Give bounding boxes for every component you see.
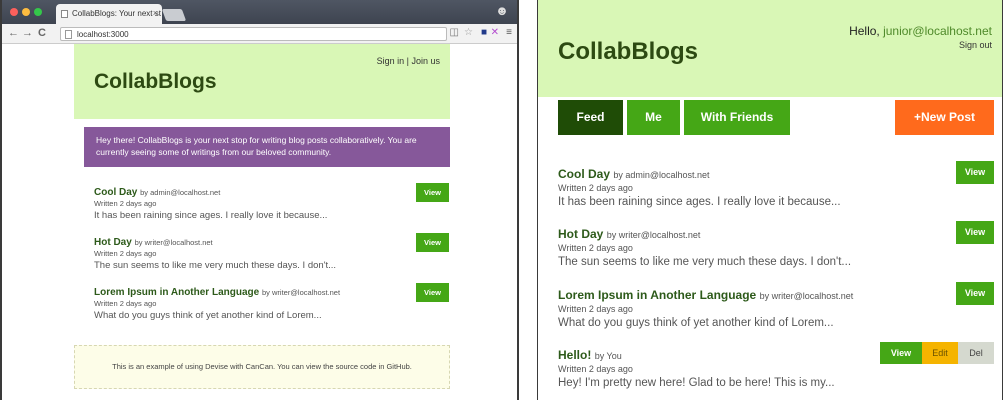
post-author: by writer@localhost.net — [606, 230, 701, 240]
list-item: Lorem Ipsum in Another Language by write… — [558, 282, 994, 329]
browser-tab[interactable]: CollabBlogs: Your next st × — [56, 4, 162, 24]
post-title[interactable]: Lorem Ipsum in Another Language — [94, 287, 259, 298]
list-item: Cool Day by admin@localhost.net Written … — [94, 183, 450, 221]
zoom-window-icon[interactable] — [34, 8, 42, 16]
delete-button[interactable]: Del — [958, 342, 994, 364]
list-item: Hot Day by writer@localhost.net Written … — [558, 221, 994, 268]
extension-x-icon[interactable]: ✕ — [491, 27, 499, 38]
close-window-icon[interactable] — [10, 8, 18, 16]
menu-icon[interactable]: ≡ — [506, 27, 512, 38]
post-title[interactable]: Cool Day — [94, 187, 137, 198]
list-item: Lorem Ipsum in Another Language by write… — [94, 283, 450, 321]
reload-icon[interactable]: C — [38, 27, 46, 39]
tab-me[interactable]: Me — [627, 100, 680, 135]
post-meta: Written 2 days ago — [558, 243, 633, 253]
close-tab-icon[interactable]: × — [153, 8, 158, 18]
page-icon — [65, 30, 72, 39]
minimize-window-icon[interactable] — [22, 8, 30, 16]
post-author: by You — [594, 351, 622, 361]
extension-icon[interactable]: ■ — [481, 27, 487, 38]
post-excerpt: It has been raining since ages. I really… — [558, 196, 841, 208]
site-footer: This is an example of using Devise with … — [74, 345, 450, 389]
post-excerpt: Hey! I'm pretty new here! Glad to be her… — [558, 377, 835, 389]
post-author: by writer@localhost.net — [134, 238, 213, 247]
post-title[interactable]: Hot Day — [94, 237, 132, 248]
site-logo[interactable]: CollabBlogs — [558, 38, 698, 66]
site-header: CollabBlogs Hello, junior@localhost.net … — [538, 0, 1002, 97]
post-author: by writer@localhost.net — [759, 291, 854, 301]
post-title[interactable]: Hello! — [558, 348, 591, 362]
url-text: localhost:3000 — [77, 30, 129, 39]
greeting-prefix: Hello, — [849, 24, 884, 38]
new-post-button[interactable]: +New Post — [895, 100, 994, 135]
post-meta: Written 2 days ago — [94, 299, 157, 308]
post-excerpt: The sun seems to like me very much these… — [94, 260, 337, 271]
site-header: CollabBlogs Sign in | Join us — [74, 44, 450, 119]
list-item: Hello! by You Written 2 days ago Hey! I'… — [558, 342, 994, 389]
post-author: by admin@localhost.net — [613, 170, 710, 180]
post-title[interactable]: Cool Day — [558, 167, 610, 181]
edit-button[interactable]: Edit — [922, 342, 958, 364]
post-meta: Written 2 days ago — [558, 304, 633, 314]
post-author: by writer@localhost.net — [261, 288, 341, 297]
address-bar[interactable]: localhost:3000 — [60, 27, 447, 41]
list-item: Cool Day by admin@localhost.net Written … — [558, 161, 994, 208]
auth-links[interactable]: Sign in | Join us — [377, 56, 440, 66]
page-action-icon[interactable]: ◫ — [450, 27, 459, 38]
browser-toolbar: ← → C localhost:3000 ◫ ☆ ■ ✕ ≡ — [2, 24, 517, 44]
view-button[interactable]: View — [416, 283, 449, 302]
user-profile-icon[interactable]: ☻ — [493, 3, 511, 21]
view-button[interactable]: View — [956, 161, 994, 184]
browser-window: CollabBlogs: Your next st × ☻ ← → C loca… — [0, 0, 519, 400]
post-excerpt: What do you guys think of yet another ki… — [94, 310, 322, 321]
tab-feed[interactable]: Feed — [558, 100, 623, 135]
intro-banner: Hey there! CollabBlogs is your next stop… — [84, 127, 450, 167]
tab-title: CollabBlogs: Your next st — [72, 9, 161, 18]
post-actions: View Edit Del — [880, 342, 994, 364]
greeting: Hello, junior@localhost.net — [849, 24, 992, 38]
current-user[interactable]: junior@localhost.net — [883, 24, 992, 38]
post-title[interactable]: Lorem Ipsum in Another Language — [558, 288, 756, 302]
app-view: CollabBlogs Hello, junior@localhost.net … — [537, 0, 1003, 400]
list-item: Hot Day by writer@localhost.net Written … — [94, 233, 450, 271]
tab-strip: CollabBlogs: Your next st × ☻ — [2, 0, 517, 24]
new-tab-button[interactable] — [161, 9, 187, 21]
post-title[interactable]: Hot Day — [558, 227, 603, 241]
post-meta: Written 2 days ago — [558, 364, 633, 374]
bookmark-star-icon[interactable]: ☆ — [464, 27, 473, 38]
post-excerpt: It has been raining since ages. I really… — [94, 210, 328, 221]
forward-icon[interactable]: → — [22, 27, 33, 39]
post-meta: Written 2 days ago — [94, 199, 157, 208]
view-button[interactable]: View — [416, 183, 449, 202]
tab-with-friends[interactable]: With Friends — [684, 100, 790, 135]
view-button[interactable]: View — [416, 233, 449, 252]
site-logo[interactable]: CollabBlogs — [94, 70, 217, 94]
sign-out-link[interactable]: Sign out — [959, 40, 992, 50]
page-content: CollabBlogs Sign in | Join us Hey there!… — [2, 44, 517, 400]
post-meta: Written 2 days ago — [558, 183, 633, 193]
post-excerpt: What do you guys think of yet another ki… — [558, 317, 834, 329]
view-button[interactable]: View — [880, 342, 922, 364]
view-button[interactable]: View — [956, 282, 994, 305]
view-button[interactable]: View — [956, 221, 994, 244]
page-favicon-icon — [61, 10, 68, 18]
back-icon[interactable]: ← — [8, 27, 19, 39]
post-excerpt: The sun seems to like me very much these… — [558, 256, 852, 268]
post-author: by admin@localhost.net — [140, 188, 221, 197]
post-meta: Written 2 days ago — [94, 249, 157, 258]
